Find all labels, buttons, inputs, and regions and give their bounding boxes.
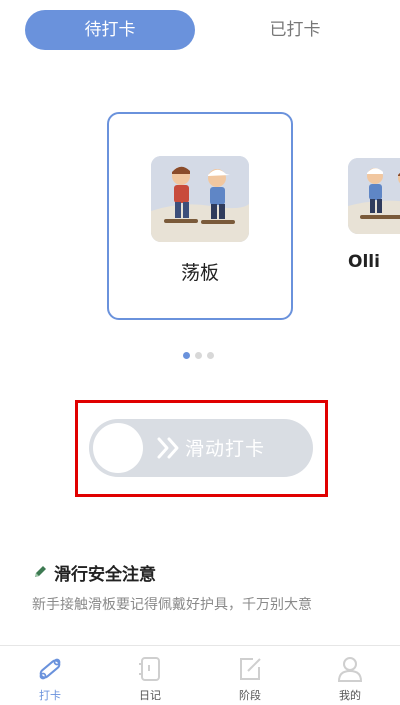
- skateboard-kids-image: [348, 158, 400, 234]
- notice-heading: 滑行安全注意: [54, 564, 156, 585]
- skill-card[interactable]: 荡板: [107, 112, 293, 320]
- skill-card[interactable]: Olli: [330, 112, 400, 320]
- checkin-tabs: 待打卡 已打卡: [25, 10, 365, 50]
- skateboard-kids-image: [151, 156, 249, 242]
- nav-item-checkin[interactable]: 打卡: [0, 646, 100, 705]
- skill-carousel[interactable]: 荡板 Olli: [0, 112, 400, 322]
- safety-notice-title: 滑行安全注意: [32, 561, 156, 585]
- pen-icon: [35, 566, 46, 577]
- tab-done[interactable]: 已打卡: [225, 10, 365, 50]
- indicator-dot: [195, 352, 202, 359]
- nav-label: 我的: [339, 689, 361, 702]
- nav-label: 打卡: [39, 689, 61, 702]
- nav-item-mine[interactable]: 我的: [300, 646, 400, 705]
- skill-card-title: 荡板: [180, 262, 219, 284]
- nav-item-diary[interactable]: 日记: [100, 646, 200, 705]
- indicator-dot: [183, 352, 190, 359]
- diary-icon: [139, 657, 160, 681]
- nav-item-stage[interactable]: 阶段: [200, 646, 300, 705]
- slide-to-checkin[interactable]: 滑动打卡: [89, 419, 313, 477]
- nav-label: 日记: [139, 689, 161, 702]
- skill-card-title: Olli: [348, 252, 380, 272]
- edit-icon: [240, 658, 261, 680]
- user-icon: [337, 657, 363, 682]
- skateboard-icon: [39, 658, 61, 680]
- double-chevron-right-icon: [157, 437, 179, 459]
- tab-pending[interactable]: 待打卡: [25, 10, 195, 50]
- notice-body: 新手接触滑板要记得佩戴好护具，千万别大意: [32, 597, 312, 613]
- slider-handle[interactable]: [93, 423, 143, 473]
- indicator-dot: [207, 352, 214, 359]
- bottom-nav: 打卡 日记 阶段 我的: [0, 645, 400, 705]
- nav-label: 阶段: [239, 689, 261, 702]
- slider-label: 滑动打卡: [185, 438, 266, 460]
